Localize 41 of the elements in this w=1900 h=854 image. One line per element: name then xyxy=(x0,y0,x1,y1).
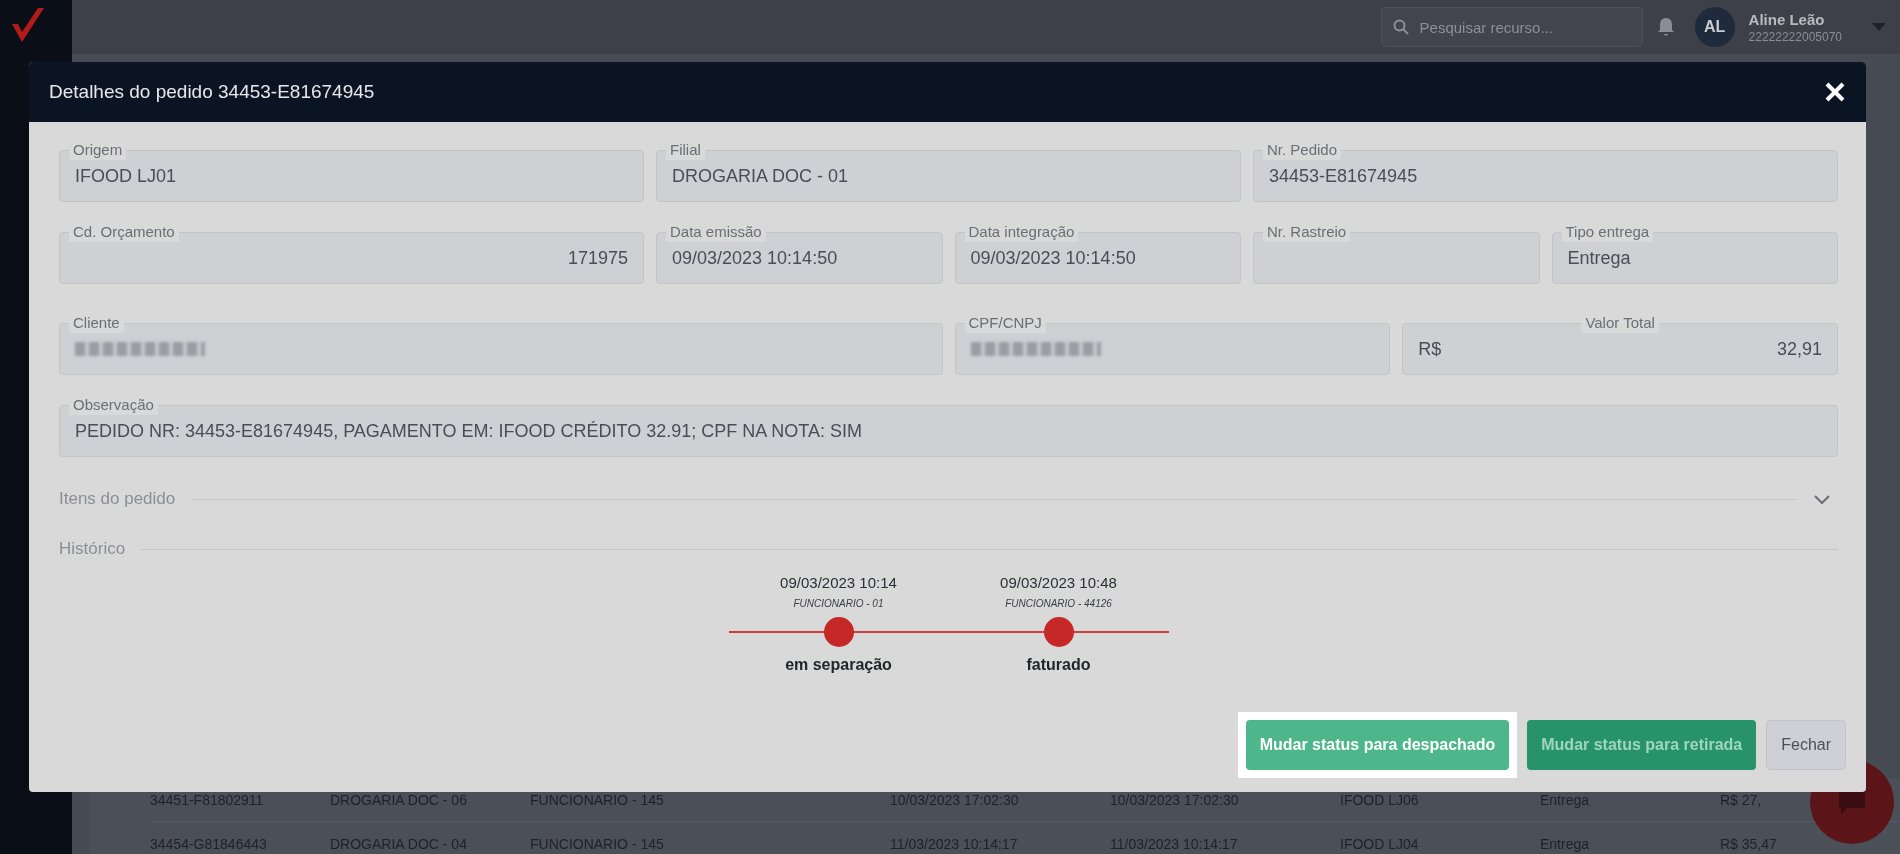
field-value: 09/03/2023 10:14:50 xyxy=(970,247,1136,269)
bell-icon[interactable] xyxy=(1656,17,1675,37)
event-status: faturado xyxy=(1026,656,1091,674)
event-user: FUNCIONARIO - 01 xyxy=(793,598,884,611)
event-time: 09/03/2023 10:48 xyxy=(1000,574,1117,593)
input-field[interactable]: CPF/CNPJ xyxy=(954,313,1391,375)
input-field[interactable]: Data emissão 09/03/2023 10:14:50 xyxy=(656,222,943,284)
field-value: DROGARIA DOC - 01 xyxy=(672,165,849,187)
input-field[interactable]: Data integração 09/03/2023 10:14:50 xyxy=(954,222,1241,284)
dialog-title: Detalhes do pedido 34453-E81674945 xyxy=(49,81,375,103)
search-field[interactable]: Pesquisar recurso... xyxy=(1380,7,1643,47)
timeline-dot xyxy=(823,617,854,647)
input-field[interactable]: Origem IFOOD LJ01 xyxy=(59,140,644,202)
input-field[interactable]: Cd. Orçamento 171975 xyxy=(59,222,644,284)
timeline-dot xyxy=(1043,617,1074,647)
section-title: Histórico xyxy=(59,539,126,559)
event-user: FUNCIONARIO - 44126 xyxy=(1005,598,1112,611)
field-value: 09/03/2023 10:14:50 xyxy=(672,247,838,269)
field-value: IFOOD LJ01 xyxy=(75,165,177,187)
user-code: 22222222005070 xyxy=(1748,29,1842,44)
input-field[interactable]: Tipo entrega Entrega xyxy=(1551,222,1838,284)
field-value: 34453-E81674945 xyxy=(1269,165,1418,187)
event-status: em separação xyxy=(785,656,892,674)
chevron-icon[interactable] xyxy=(1812,492,1832,506)
user-avatar[interactable]: AL xyxy=(1694,7,1735,47)
field-value: PEDIDO NR: 34453-E81674945, PAGAMENTO EM: IFOOD CRÉDITO 32.91; CPF NA NOTA: SIM xyxy=(75,420,862,442)
input-field[interactable]: Observação PEDIDO NR: 34453-E81674945, PAGAMENTO EM: IFOOD CRÉDITO 32.91; CPF NA NOTA: SIM xyxy=(59,395,1838,457)
currency-symbol: R$ xyxy=(1418,338,1442,360)
event-time: 09/03/2023 10:14 xyxy=(780,574,897,593)
field-value: 32,91 xyxy=(1776,338,1822,360)
input-field[interactable]: Nr. Pedido 34453-E81674945 xyxy=(1253,140,1838,202)
input-field[interactable]: Cliente xyxy=(59,313,943,375)
field-value: Entrega xyxy=(1567,247,1631,269)
search-icon xyxy=(1392,19,1409,35)
close-icon[interactable] xyxy=(1824,81,1846,103)
field-value: 171975 xyxy=(567,247,628,269)
input-field[interactable]: Nr. Rastreio xyxy=(1253,222,1540,284)
input-field[interactable]: Filial DROGARIA DOC - 01 xyxy=(656,140,1241,202)
input-field[interactable]: Valor Total R$ 32,91 xyxy=(1402,313,1838,375)
user-name: Aline Leão xyxy=(1748,10,1826,28)
action-button[interactable]: Fechar xyxy=(1766,720,1846,770)
